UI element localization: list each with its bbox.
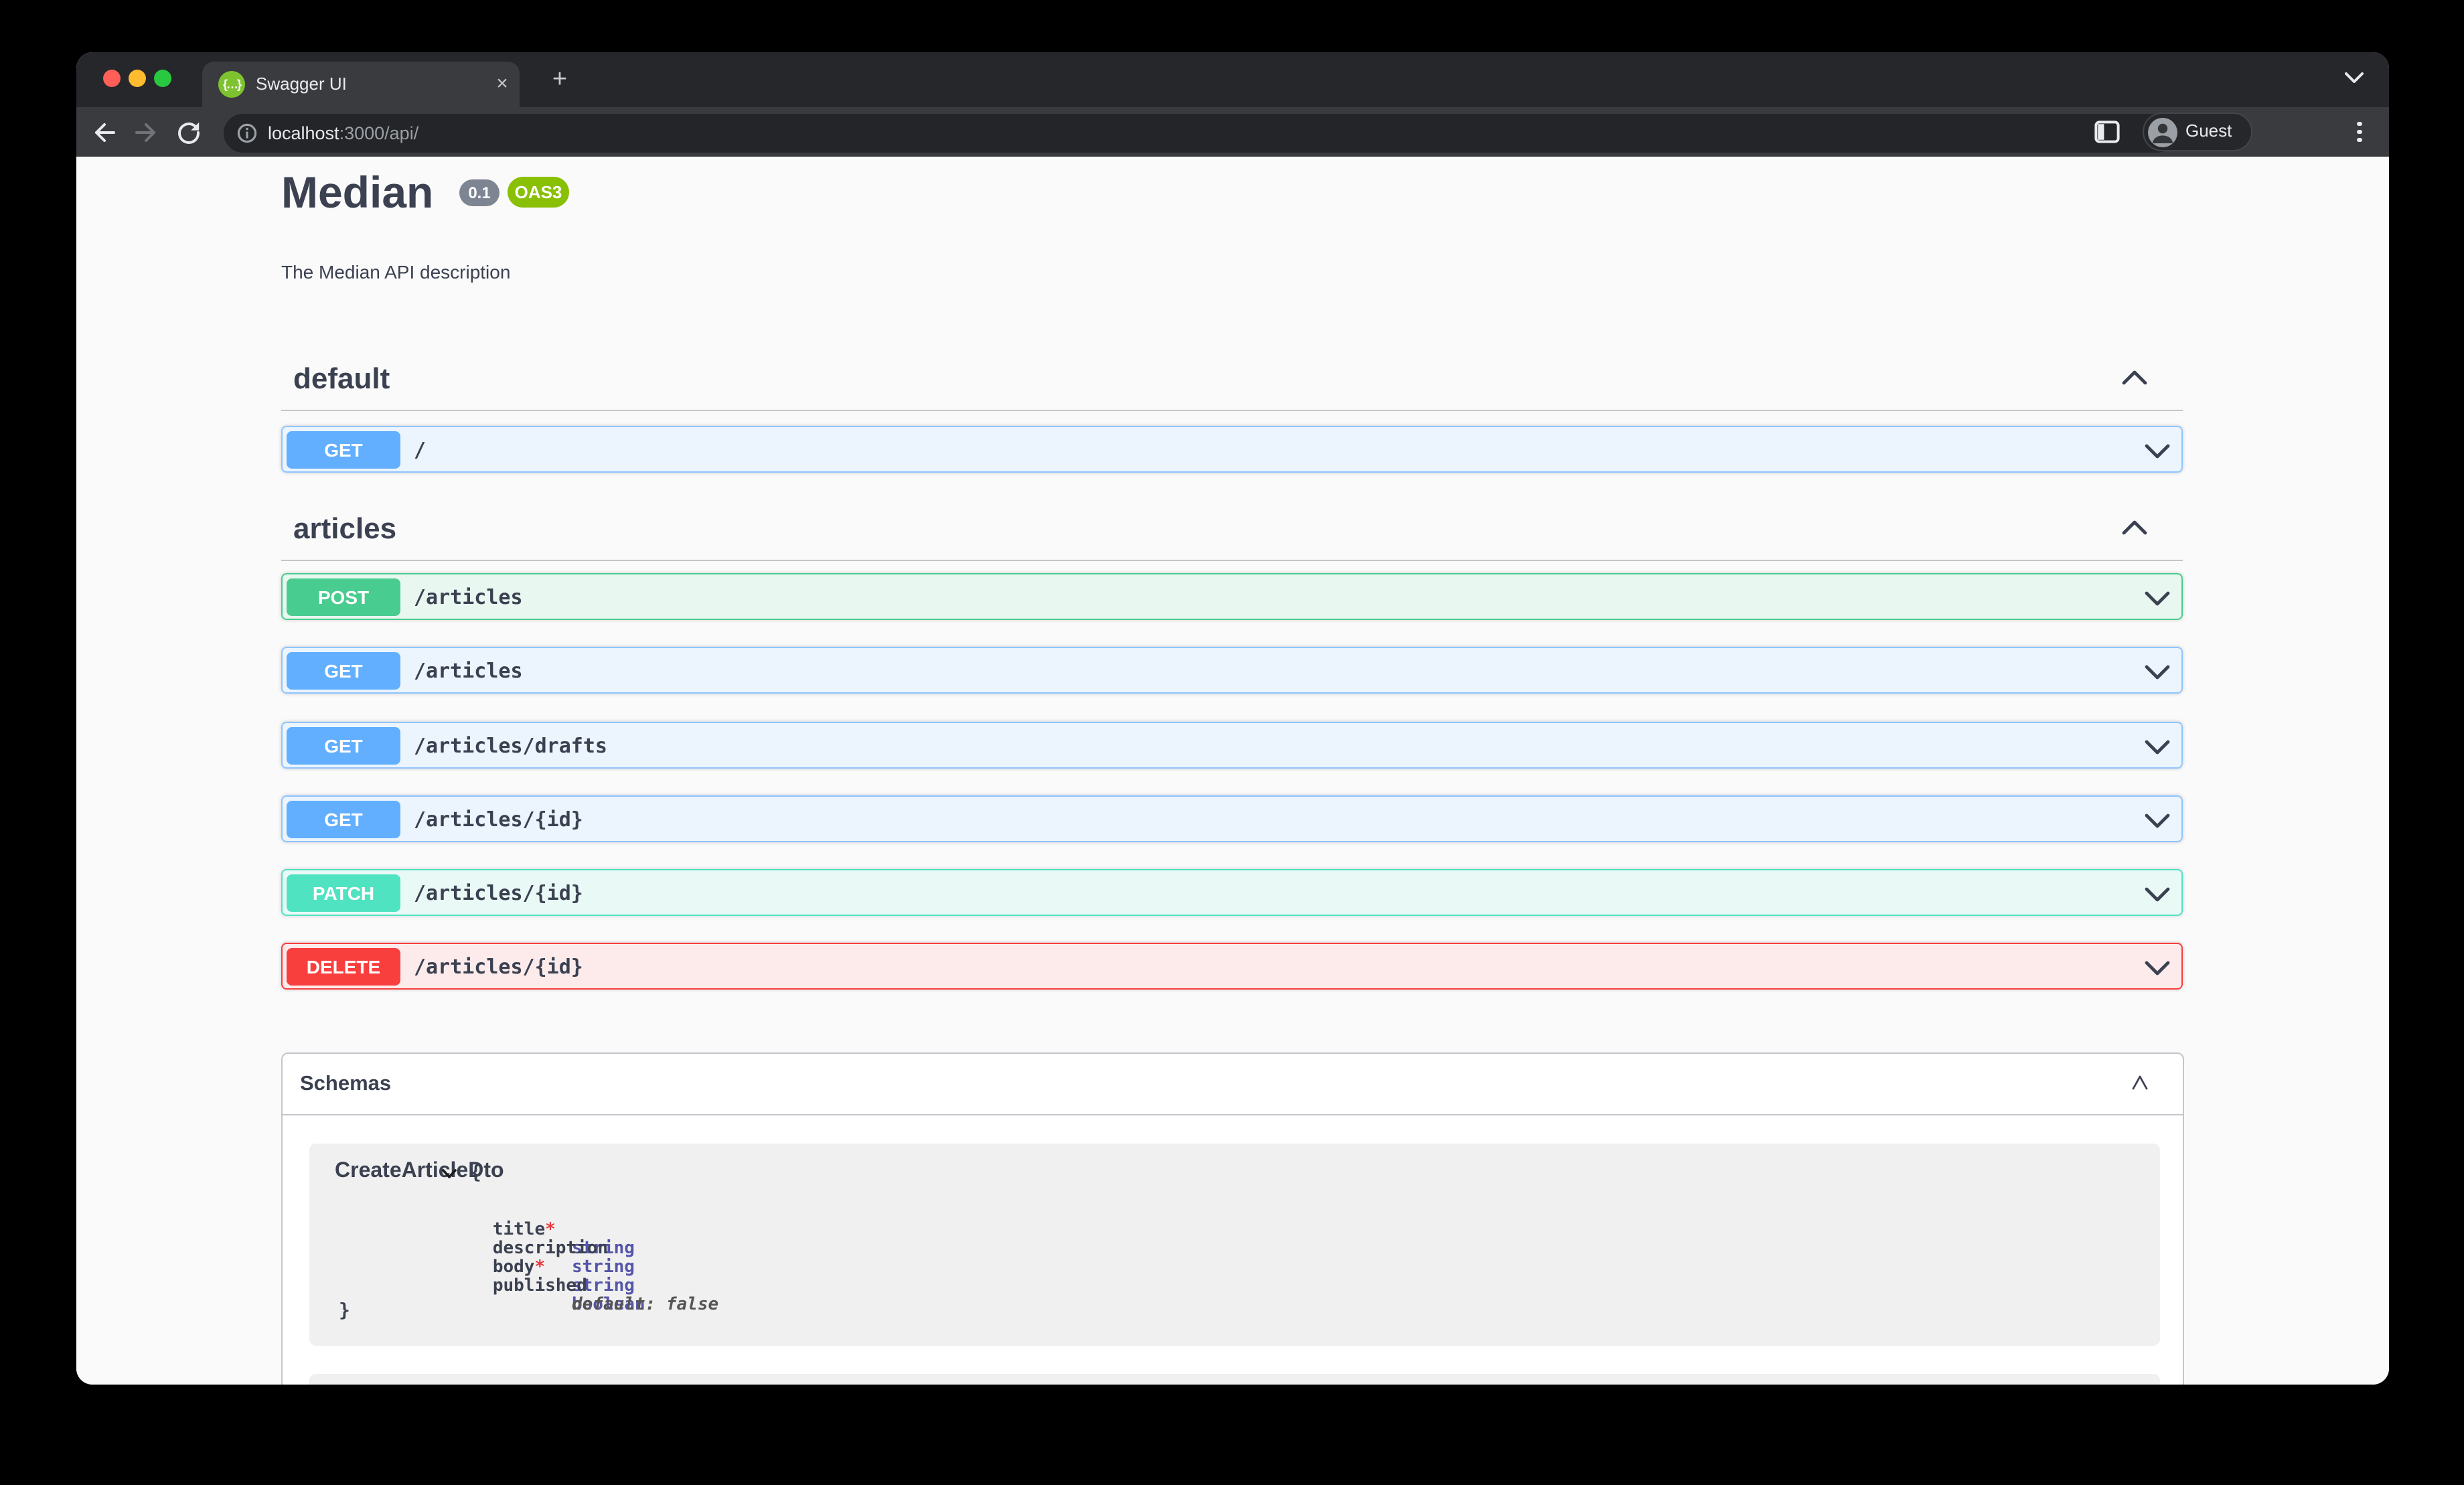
operation-row[interactable]: GET / (281, 426, 2183, 473)
tab-close-icon[interactable]: × (489, 62, 516, 107)
expand-chevron-icon[interactable] (2144, 443, 2171, 459)
section-header-articles[interactable]: articles (281, 497, 2183, 561)
method-badge: GET (287, 801, 400, 838)
property-name: published (492, 1276, 587, 1296)
close-brace: } (339, 1300, 350, 1322)
operation-path: /articles (414, 659, 523, 683)
reload-icon[interactable] (174, 118, 204, 147)
tab-search-chevron-icon[interactable] (2343, 71, 2365, 84)
method-badge: DELETE (287, 948, 400, 986)
collapse-chevron-icon[interactable] (2121, 520, 2148, 536)
open-brace: { (470, 1162, 481, 1184)
swagger-page: Median 0.1 OAS3 The Median API descripti… (76, 157, 2389, 1385)
side-panel-icon[interactable] (2094, 121, 2124, 150)
model-property-row: published boolean (367, 1259, 645, 1314)
oas-badge: OAS3 (508, 177, 569, 208)
operation-path: / (414, 438, 427, 462)
collapse-chevron-icon[interactable] (2129, 1074, 2151, 1091)
expand-chevron-icon[interactable] (2144, 886, 2171, 903)
api-description: The Median API description (281, 261, 511, 283)
address-bar[interactable]: localhost:3000/api/ (224, 113, 2176, 152)
back-icon[interactable] (90, 118, 119, 147)
method-badge: PATCH (287, 874, 400, 912)
operation-row[interactable]: POST /articles (281, 573, 2183, 620)
window-close-button[interactable] (103, 70, 121, 87)
api-title: Median (281, 167, 434, 217)
model-property-row: body* string (367, 1240, 635, 1296)
operation-row[interactable]: GET /articles/{id} (281, 795, 2183, 842)
site-info-icon[interactable] (237, 123, 257, 143)
method-badge: GET (287, 727, 400, 765)
operation-path: /articles/{id} (414, 955, 583, 979)
operation-path: /articles/{id} (414, 881, 583, 905)
browser-window: {…} Swagger UI × + localhost:3000/api/ G… (76, 52, 2389, 1385)
avatar (2148, 117, 2177, 147)
section-title: articles (293, 512, 397, 545)
window-zoom-button[interactable] (154, 70, 171, 87)
url-host: localhost (268, 123, 339, 143)
swagger-favicon-icon: {…} (218, 71, 245, 98)
browser-menu-icon[interactable] (2352, 118, 2368, 145)
operation-path: /articles/drafts (414, 734, 607, 758)
browser-toolbar: localhost:3000/api/ Guest (76, 107, 2389, 157)
browser-tab-swagger-ui[interactable]: {…} Swagger UI × (202, 62, 520, 107)
expand-chevron-icon[interactable] (2144, 813, 2171, 829)
schemas-title: Schemas (300, 1073, 392, 1095)
model-property-row: description string (367, 1221, 635, 1277)
model-property-row: title* string (367, 1202, 635, 1258)
expand-chevron-icon[interactable] (2144, 664, 2171, 680)
model-toggle-chevron-icon[interactable] (441, 1168, 458, 1180)
operation-row[interactable]: GET /articles (281, 647, 2183, 694)
profile-label: Guest (2185, 121, 2232, 141)
profile-button[interactable]: Guest (2143, 112, 2252, 151)
section-header-default[interactable]: default (281, 347, 2183, 411)
operation-row[interactable]: DELETE /articles/{id} (281, 943, 2183, 990)
window-minimize-button[interactable] (129, 70, 146, 87)
new-tab-button[interactable]: + (541, 62, 579, 99)
property-default: default: false (572, 1295, 719, 1315)
model-property-default-row: default: false (367, 1277, 718, 1314)
tab-title: Swagger UI (256, 74, 347, 94)
model-next-partial[interactable] (309, 1374, 2160, 1385)
collapse-chevron-icon[interactable] (2121, 370, 2148, 386)
forward-icon[interactable] (131, 118, 161, 147)
url-path: :3000/api/ (339, 123, 419, 143)
operation-row[interactable]: PATCH /articles/{id} (281, 869, 2183, 916)
expand-chevron-icon[interactable] (2144, 960, 2171, 976)
model-create-article-dto[interactable]: CreateArticleDto { title* string descrip… (309, 1144, 2160, 1346)
version-badge: 0.1 (459, 179, 499, 206)
method-badge: POST (287, 578, 400, 616)
method-badge: GET (287, 431, 400, 469)
operation-path: /articles (414, 585, 523, 609)
operation-row[interactable]: GET /articles/drafts (281, 722, 2183, 769)
expand-chevron-icon[interactable] (2144, 739, 2171, 755)
schemas-section: Schemas CreateArticleDto { title* string (281, 1052, 2184, 1385)
method-badge: GET (287, 652, 400, 690)
expand-chevron-icon[interactable] (2144, 591, 2171, 607)
browser-tab-strip: {…} Swagger UI × + (76, 52, 2389, 107)
url-text: localhost:3000/api/ (268, 113, 418, 152)
section-title: default (293, 362, 390, 395)
operation-path: /articles/{id} (414, 807, 583, 832)
schemas-header[interactable]: Schemas (283, 1054, 2183, 1115)
